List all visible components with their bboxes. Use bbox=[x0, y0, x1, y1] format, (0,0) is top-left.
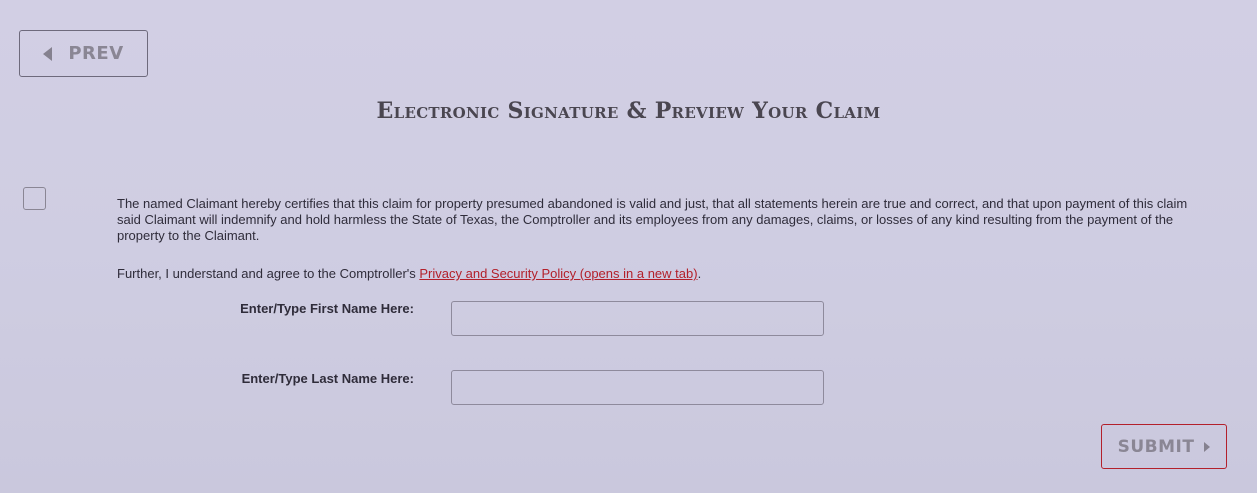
prev-label: PREV bbox=[68, 43, 124, 64]
prev-button[interactable]: PREV bbox=[19, 30, 148, 77]
caret-left-icon bbox=[43, 46, 53, 61]
last-name-label: Enter/Type Last Name Here: bbox=[241, 371, 414, 386]
page-title: Electronic Signature & Preview Your Clai… bbox=[376, 98, 881, 124]
certification-text: The named Claimant hereby certifies that… bbox=[117, 196, 1188, 243]
caret-right-icon bbox=[1204, 442, 1211, 452]
policy-prefix: Further, I understand and agree to the C… bbox=[117, 266, 420, 281]
policy-suffix: . bbox=[697, 266, 702, 281]
first-name-label: Enter/Type First Name Here: bbox=[240, 301, 414, 316]
policy-paragraph: Further, I understand and agree to the C… bbox=[117, 266, 701, 282]
last-name-input[interactable] bbox=[451, 370, 824, 405]
certification-checkbox[interactable] bbox=[23, 187, 46, 210]
first-name-input[interactable] bbox=[451, 301, 824, 336]
privacy-policy-link[interactable]: Privacy and Security Policy (opens in a … bbox=[419, 266, 697, 281]
submit-label: SUBMIT bbox=[1117, 436, 1195, 457]
submit-button[interactable]: SUBMIT bbox=[1101, 424, 1227, 469]
